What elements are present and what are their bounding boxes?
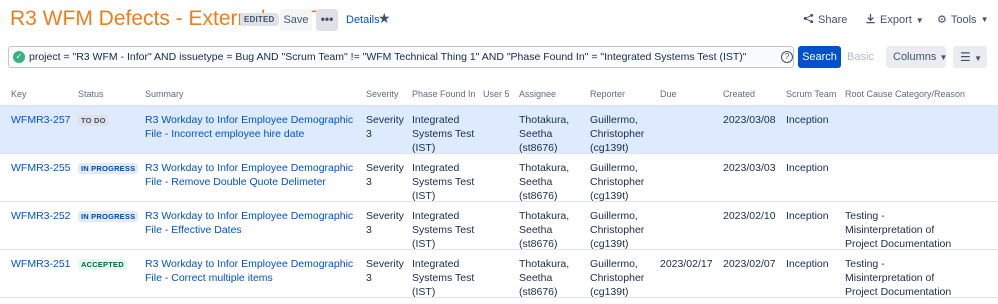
- severity-cell: Severity 3: [366, 162, 404, 188]
- column-header-phase[interactable]: Phase Found In: [412, 89, 476, 99]
- issue-key-link[interactable]: WFMR3-251: [11, 257, 71, 271]
- scrum-team-cell: Inception: [786, 114, 829, 126]
- assignee-cell[interactable]: Thotakura, Seetha (st8676): [519, 257, 585, 299]
- caret-down-icon: ▼: [980, 15, 989, 24]
- column-header-reporter[interactable]: Reporter: [590, 89, 625, 99]
- caret-down-icon: ▼: [915, 15, 924, 25]
- reporter-cell[interactable]: Guillermo, Christopher (cg139t): [590, 209, 656, 251]
- table-row[interactable]: WFMR3-255 IN PROGRESS R3 Workday to Info…: [0, 154, 998, 202]
- details-link[interactable]: Details: [346, 14, 380, 26]
- export-button[interactable]: Export ▼: [865, 13, 924, 27]
- export-icon: [865, 13, 876, 27]
- column-header-severity[interactable]: Severity: [366, 89, 399, 99]
- column-header-summary[interactable]: Summary: [145, 89, 184, 99]
- reporter-cell[interactable]: Guillermo, Christopher (cg139t): [590, 257, 656, 299]
- help-icon[interactable]: ?: [781, 51, 793, 63]
- export-label: Export: [880, 14, 912, 26]
- created-cell: 2023/02/07: [723, 258, 776, 270]
- root-cause-cell: Testing - Misinterpretation of Project D…: [845, 258, 952, 298]
- table-row[interactable]: WFMR3-252 IN PROGRESS R3 Workday to Info…: [0, 202, 998, 250]
- hamburger-icon: ☰: [960, 50, 971, 64]
- created-cell: 2023/02/10: [723, 210, 776, 222]
- phase-cell: Integrated Systems Test (IST): [412, 162, 475, 202]
- status-badge: IN PROGRESS: [78, 163, 139, 174]
- share-button[interactable]: Share: [803, 13, 847, 27]
- phase-cell: Integrated Systems Test (IST): [412, 210, 475, 250]
- status-badge: ACCEPTED: [78, 259, 127, 270]
- reporter-cell[interactable]: Guillermo, Christopher (cg139t): [590, 161, 656, 203]
- scrum-team-cell: Inception: [786, 162, 829, 174]
- created-cell: 2023/03/03: [723, 162, 776, 174]
- column-header-key[interactable]: Key: [11, 89, 27, 99]
- column-header-assignee[interactable]: Assignee: [519, 89, 556, 99]
- issue-summary-link[interactable]: R3 Workday to Infor Employee Demographic…: [145, 113, 360, 141]
- share-label: Share: [818, 14, 848, 26]
- reporter-cell[interactable]: Guillermo, Christopher (cg139t): [590, 113, 656, 155]
- status-badge: TO DO: [78, 115, 109, 126]
- table-header: Key Status Summary Severity Phase Found …: [0, 84, 998, 106]
- phase-cell: Integrated Systems Test (IST): [412, 114, 475, 154]
- more-actions-button[interactable]: •••: [316, 9, 338, 31]
- search-button[interactable]: Search: [798, 46, 841, 68]
- issue-summary-link[interactable]: R3 Workday to Infor Employee Demographic…: [145, 257, 360, 285]
- column-header-scrum-team[interactable]: Scrum Team: [786, 89, 836, 99]
- issue-summary-link[interactable]: R3 Workday to Infor Employee Demographic…: [145, 161, 360, 189]
- column-header-root-cause[interactable]: Root Cause Category/Reason: [845, 89, 965, 99]
- severity-cell: Severity 3: [366, 114, 404, 140]
- scrum-team-cell: Inception: [786, 210, 829, 222]
- issue-key-link[interactable]: WFMR3-255: [11, 161, 71, 175]
- columns-button[interactable]: Columns ▼: [886, 46, 948, 68]
- view-options-button[interactable]: ☰ ▼: [953, 46, 987, 68]
- tools-label: Tools: [950, 13, 977, 26]
- issue-key-link[interactable]: WFMR3-257: [11, 113, 71, 127]
- column-header-created[interactable]: Created: [723, 89, 755, 99]
- check-circle-icon: ✓: [13, 51, 25, 63]
- table-row[interactable]: WFMR3-251 ACCEPTED R3 Workday to Infor E…: [0, 250, 998, 298]
- issue-summary-link[interactable]: R3 Workday to Infor Employee Demographic…: [145, 209, 360, 237]
- phase-cell: Integrated Systems Test (IST): [412, 258, 475, 298]
- basic-search-link[interactable]: Basic: [847, 51, 874, 63]
- severity-cell: Severity 3: [366, 210, 404, 236]
- columns-label: Columns: [893, 51, 937, 63]
- caret-down-icon: ▼: [974, 54, 983, 63]
- gear-icon: ⚙: [937, 14, 947, 26]
- save-button[interactable]: Save: [280, 9, 312, 31]
- root-cause-cell: Testing - Misinterpretation of Project D…: [845, 210, 952, 250]
- tools-button[interactable]: ⚙ Tools ▼: [937, 13, 989, 27]
- column-header-user5[interactable]: User 5: [483, 89, 510, 99]
- top-bar: R3 WFM Defects - External - SIT EDITED S…: [0, 0, 998, 40]
- jql-query-input[interactable]: ✓ project = "R3 WFM - Infor" AND issuety…: [8, 46, 794, 68]
- status-badge: IN PROGRESS: [78, 211, 139, 222]
- column-header-status[interactable]: Status: [78, 89, 104, 99]
- edited-badge: EDITED: [240, 13, 279, 26]
- issue-key-link[interactable]: WFMR3-252: [11, 209, 71, 223]
- assignee-cell[interactable]: Thotakura, Seetha (st8676): [519, 161, 585, 203]
- created-cell: 2023/03/08: [723, 114, 776, 126]
- star-icon[interactable]: ★: [378, 10, 391, 27]
- table-row[interactable]: WFMR3-257 TO DO R3 Workday to Infor Empl…: [0, 106, 998, 154]
- share-icon: [803, 13, 814, 27]
- query-text[interactable]: project = "R3 WFM - Infor" AND issuetype…: [29, 51, 747, 63]
- assignee-cell[interactable]: Thotakura, Seetha (st8676): [519, 113, 585, 155]
- assignee-cell[interactable]: Thotakura, Seetha (st8676): [519, 209, 585, 251]
- due-cell: 2023/02/17: [660, 258, 713, 270]
- caret-down-icon: ▼: [939, 53, 948, 62]
- column-header-due[interactable]: Due: [660, 89, 677, 99]
- severity-cell: Severity 3: [366, 258, 404, 284]
- scrum-team-cell: Inception: [786, 258, 829, 270]
